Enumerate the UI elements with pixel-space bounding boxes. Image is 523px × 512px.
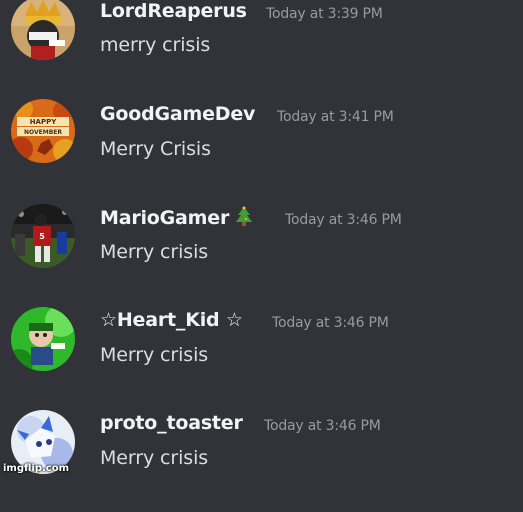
football-player-avatar-icon: 5 — [11, 204, 75, 268]
christmas-tree-icon — [236, 206, 253, 226]
happy-november-avatar-icon: HAPPY NOVEMBER — [11, 99, 75, 163]
timestamp: Today at 3:39 PM — [266, 6, 383, 22]
username-suffix-star: ☆ — [225, 309, 243, 331]
svg-text:5: 5 — [39, 232, 45, 241]
avatar[interactable] — [11, 0, 75, 60]
username-prefix-star: ☆ — [100, 309, 117, 331]
chat-message-list: LordReaperus Today at 3:39 PM merry cris… — [0, 0, 523, 477]
green-character-avatar-icon — [11, 307, 75, 371]
crowned-character-avatar-icon — [11, 0, 75, 60]
message-content: Merry Crisis — [100, 138, 211, 160]
timestamp: Today at 3:41 PM — [277, 109, 394, 125]
imgflip-watermark: imgflip.com — [3, 463, 70, 474]
avatar[interactable]: 5 — [11, 204, 75, 268]
username[interactable]: proto_toaster — [100, 412, 243, 434]
username-text: Heart_Kid — [116, 309, 220, 331]
message-item: proto_toaster Today at 3:46 PM Merry cri… — [0, 410, 523, 512]
username[interactable]: GoodGameDev — [100, 103, 255, 125]
timestamp: Today at 3:46 PM — [285, 212, 402, 228]
username-text: MarioGamer — [100, 207, 230, 229]
timestamp: Today at 3:46 PM — [272, 315, 389, 331]
message-item: ☆Heart_Kid ☆ Today at 3:46 PM Merry cris… — [0, 307, 523, 409]
timestamp: Today at 3:46 PM — [264, 418, 381, 434]
avatar[interactable]: HAPPY NOVEMBER — [11, 99, 75, 163]
message-content: Merry crisis — [100, 241, 209, 263]
username[interactable]: LordReaperus — [100, 0, 247, 22]
username[interactable]: ☆Heart_Kid ☆ — [100, 309, 243, 331]
avatar[interactable] — [11, 307, 75, 371]
message-content: Merry crisis — [100, 447, 209, 469]
message-content: Merry crisis — [100, 344, 209, 366]
username[interactable]: MarioGamer — [100, 206, 253, 229]
message-item: LordReaperus Today at 3:39 PM merry cris… — [0, 0, 523, 100]
message-content: merry crisis — [100, 34, 211, 56]
avatar-text-line2: NOVEMBER — [24, 129, 62, 136]
message-item: 5 MarioGamer Today at 3:46 PM Merry cris… — [0, 204, 523, 306]
avatar-text-line1: HAPPY — [30, 118, 58, 126]
message-item: HAPPY NOVEMBER GoodGameDev Today at 3:41… — [0, 99, 523, 203]
